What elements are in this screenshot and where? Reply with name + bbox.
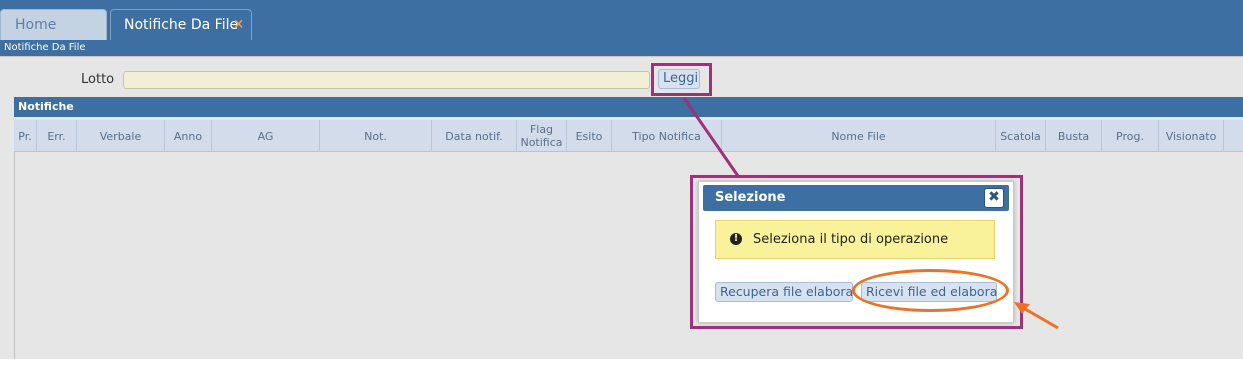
dialog-close-icon[interactable]: ✖ <box>984 188 1004 208</box>
col-scatola[interactable]: Scatola <box>996 120 1046 152</box>
col-ag[interactable]: AG <box>212 120 320 152</box>
tab-home-label: Home <box>15 17 57 33</box>
lotto-label: Lotto <box>81 72 115 87</box>
annotation-connector-line <box>682 97 740 177</box>
dialog-title: Selezione <box>715 190 786 205</box>
grid-column-header: Pr. Err. Verbale Anno AG Not. Data notif… <box>14 120 1243 152</box>
col-nome-file[interactable]: Nome File <box>722 120 996 152</box>
leggi-button[interactable]: Leggi <box>658 69 700 89</box>
col-not[interactable]: Not. <box>320 120 432 152</box>
col-err[interactable]: Err. <box>37 120 77 152</box>
col-verbale[interactable]: Verbale <box>77 120 165 152</box>
tab-close-icon[interactable]: × <box>233 10 244 40</box>
grid-title: Notifiche <box>14 97 1243 117</box>
col-pr[interactable]: Pr. <box>14 120 37 152</box>
lotto-input[interactable] <box>123 71 650 89</box>
col-esito[interactable]: Esito <box>567 120 612 152</box>
col-flag-notifica[interactable]: Flag Notifica <box>517 120 567 152</box>
col-anno[interactable]: Anno <box>165 120 212 152</box>
tab-notifiche-label: Notifiche Da File <box>124 17 239 33</box>
tab-home[interactable]: Home <box>0 9 107 40</box>
dialog-title-bar: Selezione ✖ <box>703 185 1009 211</box>
exclamation-icon: ! <box>730 233 742 245</box>
col-prog[interactable]: Prog. <box>1102 120 1159 152</box>
col-visionato[interactable]: Visionato <box>1159 120 1224 152</box>
annotation-ellipse <box>852 269 1009 312</box>
col-data-notif[interactable]: Data notif. <box>432 120 517 152</box>
warning-message-box: ! Seleziona il tipo di operazione <box>715 220 995 259</box>
tab-bar: Home Notifiche Da File × <box>0 0 1243 40</box>
warning-message: Seleziona il tipo di operazione <box>753 232 949 247</box>
annotation-arrow-icon <box>1014 302 1059 330</box>
breadcrumb: Notifiche Da File <box>0 40 1243 56</box>
recupera-file-button[interactable]: Recupera file elaborati <box>715 282 853 302</box>
tab-notifiche-da-file[interactable]: Notifiche Da File × <box>110 9 252 40</box>
col-busta[interactable]: Busta <box>1046 120 1102 152</box>
